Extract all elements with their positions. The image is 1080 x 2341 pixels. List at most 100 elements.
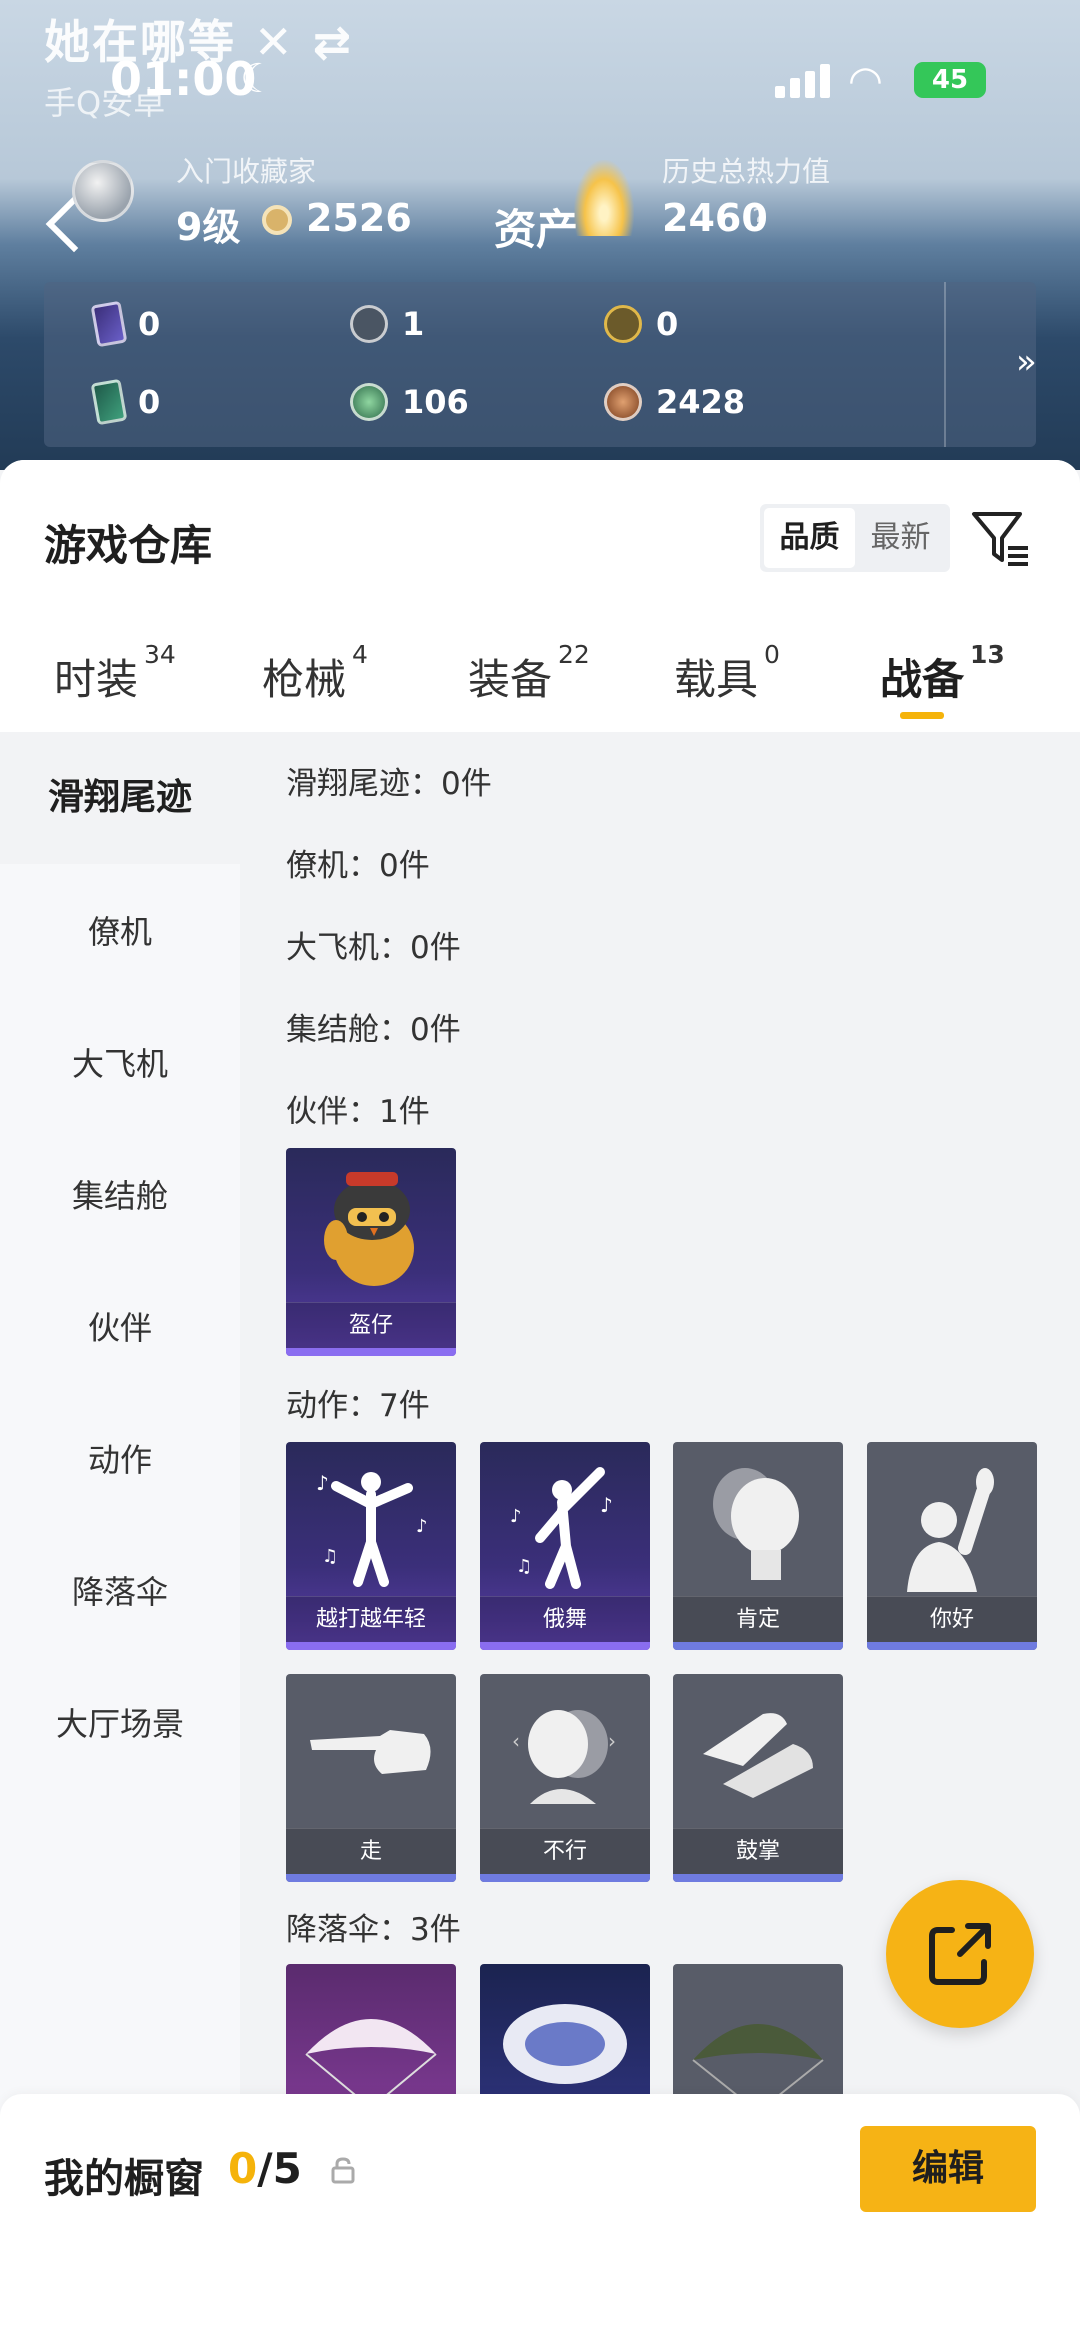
item-name: 鼓掌: [673, 1828, 843, 1874]
clock: 01:00: [110, 52, 257, 106]
svg-text:♪: ♪: [600, 1493, 613, 1517]
edit-button[interactable]: 编辑: [860, 2126, 1036, 2212]
tab-equipment[interactable]: 装备22: [468, 640, 590, 707]
warehouse-sheet: 游戏仓库 品质 最新 时装34 枪械4 装备22 载具0 战备13 滑翔尾迹 僚…: [0, 460, 1080, 2341]
showcase-bar: 我的橱窗 0/5 编辑: [0, 2094, 1080, 2341]
rarity-bar: [867, 1642, 1037, 1650]
dancing-figure-icon: ♪ ♪ ♫: [510, 1467, 613, 1589]
rarity-bar: [673, 1642, 843, 1650]
gold-a-coin-icon: [604, 305, 642, 343]
asset-label: 资产: [494, 205, 579, 254]
resource-item: 0: [604, 304, 678, 344]
active-tab-indicator: [900, 712, 944, 719]
profile-header: 她在哪等 ✕ ⇄ 手Q安卓 01:00 ☾ ◠ 45 入门收藏家 9级 2526…: [0, 0, 1080, 470]
waving-person-icon: [907, 1468, 994, 1592]
collector-level: 9级: [176, 205, 241, 249]
item-name: 盔仔: [286, 1302, 456, 1348]
resource-panel[interactable]: 0 1 0 0 106 2428 »: [44, 282, 1037, 447]
sheet-header: 游戏仓库 品质 最新 时装34 枪械4 装备22 载具0 战备13: [0, 460, 1080, 732]
coin-value: 2526: [306, 196, 412, 240]
showcase-title: 我的橱窗: [44, 2156, 204, 2202]
section-header-plane: 大飞机：0件: [286, 930, 461, 966]
sort-latest-button[interactable]: 最新: [855, 508, 946, 568]
svg-text:♫: ♫: [516, 1556, 532, 1577]
tab-vehicles[interactable]: 载具0: [674, 640, 780, 707]
rarity-bar: [286, 1348, 456, 1356]
side-item-partner[interactable]: 伙伴: [0, 1262, 240, 1394]
double-chevron-right-icon[interactable]: »: [1016, 342, 1037, 382]
divider: [944, 282, 946, 447]
head-shake-icon: ‹ ›: [512, 1710, 616, 1804]
green-card-icon: [90, 378, 128, 426]
tab-fashion[interactable]: 时装34: [54, 640, 176, 707]
item-card-emote[interactable]: 鼓掌: [673, 1674, 843, 1882]
side-item-plane[interactable]: 大飞机: [0, 998, 240, 1130]
item-card-emote[interactable]: 你好: [867, 1442, 1037, 1650]
helmet-chick-icon: [324, 1172, 414, 1286]
clapping-hands-icon: [703, 1713, 813, 1798]
rarity-bar: [286, 1642, 456, 1650]
resource-item: 1: [350, 304, 424, 344]
item-name: 走: [286, 1828, 456, 1874]
showcase-count: 0/5: [228, 2144, 302, 2193]
rarity-bar: [480, 1642, 650, 1650]
side-item-emote[interactable]: 动作: [0, 1394, 240, 1526]
battery-icon: 45: [914, 62, 986, 98]
signal-icon: [775, 64, 831, 98]
resource-item: 106: [350, 382, 469, 422]
section-header-parachute: 降落伞：3件: [286, 1912, 461, 1948]
side-item-lobby-scene[interactable]: 大厅场景: [0, 1658, 240, 1790]
coin-icon: [262, 205, 292, 235]
flame-icon: [574, 160, 634, 236]
nodding-head-icon: [713, 1468, 799, 1580]
help-icon[interactable]: ?: [752, 204, 766, 234]
green-gem-icon: [350, 383, 388, 421]
share-fab-button[interactable]: [886, 1880, 1034, 2028]
resource-item: 0: [90, 300, 160, 348]
tab-combat-supply[interactable]: 战备13: [880, 640, 1005, 707]
page-title: 游戏仓库: [44, 521, 213, 570]
share-icon: [929, 1923, 991, 1985]
item-name: 不行: [480, 1828, 650, 1874]
collector-label: 入门收藏家: [176, 155, 317, 188]
pointing-hand-icon: [310, 1730, 431, 1774]
item-card-emote[interactable]: 走: [286, 1674, 456, 1882]
resource-item: 0: [90, 378, 160, 426]
side-item-capsule[interactable]: 集结舱: [0, 1130, 240, 1262]
section-header-partner: 伙伴：1件: [286, 1094, 430, 1130]
rarity-bar: [673, 1874, 843, 1882]
item-card-emote[interactable]: ♪ ♪ ♫ 越打越年轻: [286, 1442, 456, 1650]
svg-text:♪: ♪: [510, 1506, 522, 1527]
side-item-parachute[interactable]: 降落伞: [0, 1526, 240, 1658]
filter-icon[interactable]: [970, 508, 1032, 570]
item-card-emote[interactable]: ♪ ♪ ♫ 俄舞: [480, 1442, 650, 1650]
svg-text:‹: ‹: [512, 1729, 520, 1753]
heat-label: 历史总热力值: [662, 155, 831, 188]
side-item-glide-trail[interactable]: 滑翔尾迹: [0, 732, 240, 864]
wifi-icon: ◠: [848, 58, 883, 104]
side-item-wingman[interactable]: 僚机: [0, 866, 240, 998]
sort-quality-button[interactable]: 品质: [764, 508, 855, 568]
dancing-figure-icon: ♪ ♪ ♫: [316, 1471, 428, 1587]
item-card-partner[interactable]: 盔仔: [286, 1148, 456, 1356]
silver-s-coin-icon: [350, 305, 388, 343]
item-card-emote[interactable]: ‹ › 不行: [480, 1674, 650, 1882]
tab-firearms[interactable]: 枪械4: [262, 640, 368, 707]
resource-item: 2428: [604, 382, 745, 422]
rarity-bar: [286, 1874, 456, 1882]
item-name: 肯定: [673, 1596, 843, 1642]
bronze-coin-icon: [604, 383, 642, 421]
purple-card-icon: [90, 300, 128, 348]
section-header-glide: 滑翔尾迹：0件: [286, 766, 492, 802]
moon-icon: ☾: [240, 56, 276, 102]
status-bar: 她在哪等 ✕ ⇄ 手Q安卓 01:00 ☾ ◠ 45: [0, 0, 1080, 140]
category-tabs: 时装34 枪械4 装备22 载具0 战备13: [0, 640, 1080, 732]
sort-toggle: 品质 最新: [760, 504, 950, 572]
item-name: 俄舞: [480, 1596, 650, 1642]
section-header-capsule: 集结舱：0件: [286, 1012, 461, 1048]
svg-text:›: ›: [608, 1729, 616, 1753]
section-header-wingman: 僚机：0件: [286, 848, 430, 884]
lock-icon: [331, 2157, 355, 2184]
item-card-emote[interactable]: 肯定: [673, 1442, 843, 1650]
svg-text:♪: ♪: [316, 1471, 329, 1495]
